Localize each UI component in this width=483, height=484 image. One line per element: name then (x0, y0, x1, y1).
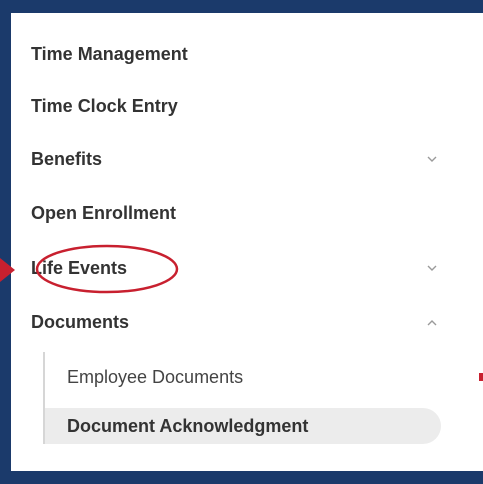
submenu-item-label: Document Acknowledgment (67, 415, 309, 436)
menu-item-label: Time Clock Entry (31, 95, 178, 116)
menu-item-label: Open Enrollment (31, 202, 177, 223)
annotation-mark (479, 373, 483, 381)
submenu-item-employee-documents[interactable]: Employee Documents (67, 359, 243, 395)
submenu-item-document-acknowledgment[interactable]: Document Acknowledgment (45, 408, 441, 444)
highlight-circle-annotation (35, 244, 179, 294)
menu-item-label: Benefits (31, 148, 103, 169)
menu-item-time-management[interactable]: Time Management (31, 36, 461, 72)
menu-item-benefits[interactable]: Benefits (31, 141, 461, 177)
menu-item-time-clock-entry[interactable]: Time Clock Entry (31, 88, 461, 124)
chevron-up-icon[interactable] (425, 315, 439, 329)
annotation-arrow-icon (0, 258, 15, 282)
menu-item-documents[interactable]: Documents (31, 304, 461, 340)
navigation-panel (11, 13, 483, 471)
chevron-down-icon[interactable] (425, 152, 439, 166)
menu-item-open-enrollment[interactable]: Open Enrollment (31, 195, 461, 231)
chevron-down-icon[interactable] (425, 261, 439, 275)
menu-item-label: Time Management (31, 43, 188, 64)
submenu-item-label: Employee Documents (67, 366, 244, 387)
menu-item-label: Documents (31, 311, 130, 332)
